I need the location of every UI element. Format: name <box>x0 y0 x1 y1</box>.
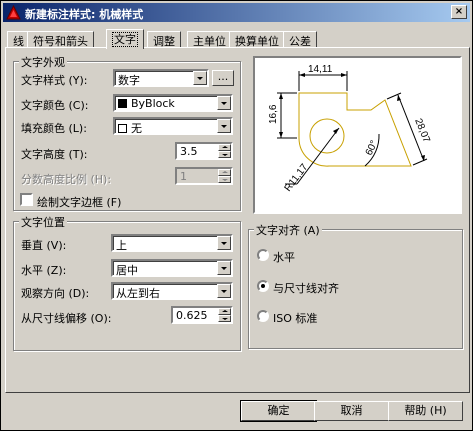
part-outline <box>298 92 412 167</box>
offset-label: 从尺寸线偏移 (O): <box>21 312 112 325</box>
dimension-preview: 14,11 16,6 28,07 60° R11,17 <box>253 56 462 214</box>
align-dimline-radio[interactable] <box>257 280 269 292</box>
close-button[interactable]: × <box>451 5 467 19</box>
preview-dim-radius: R11,17 <box>283 162 311 194</box>
ok-button[interactable]: 确定 <box>240 400 317 422</box>
preview-dim-left: 16,6 <box>268 104 279 124</box>
color-swatch-icon <box>118 99 127 108</box>
chevron-down-icon[interactable] <box>217 236 231 250</box>
preview-drawing: 14,11 16,6 28,07 60° R11,17 <box>268 64 432 194</box>
window-title: 新建标注样式: 机械样式 <box>25 8 144 21</box>
help-button[interactable]: 帮助 (H) <box>388 401 463 421</box>
spin-down-icon[interactable] <box>218 176 231 183</box>
text-height-value: 3.5 <box>180 145 198 158</box>
tab-alternate-units[interactable]: 换算单位 <box>229 31 285 48</box>
align-dimline-label[interactable]: 与尺寸线对齐 <box>273 280 339 296</box>
tab-fit[interactable]: 调整 <box>147 31 181 48</box>
part-hole <box>309 118 345 154</box>
text-color-value: ByBlock <box>131 97 175 110</box>
tab-label: 文字 <box>112 32 138 47</box>
align-horizontal-radio[interactable] <box>257 249 269 261</box>
spin-down-icon[interactable] <box>218 315 231 322</box>
chevron-down-icon[interactable] <box>217 261 231 275</box>
help-button-label: 帮助 (H) <box>404 404 447 417</box>
fraction-scale-value: 1 <box>180 170 187 183</box>
draw-frame-checkbox[interactable] <box>20 193 33 206</box>
view-direction-select[interactable]: 从左到右 <box>111 282 233 300</box>
tab-text[interactable]: 文字 <box>106 29 144 49</box>
autocad-app-icon <box>6 5 21 20</box>
fill-color-select[interactable]: 无 <box>113 117 233 135</box>
align-iso-radio[interactable] <box>257 310 269 322</box>
horizontal-value: 居中 <box>116 264 138 277</box>
spin-up-icon[interactable] <box>218 169 231 176</box>
text-style-select[interactable]: 数字 <box>113 69 209 87</box>
tab-tolerances[interactable]: 公差 <box>283 31 317 48</box>
horizontal-select[interactable]: 居中 <box>111 259 233 277</box>
view-direction-value: 从左到右 <box>116 287 160 300</box>
preview-dim-angle: 60° <box>364 139 380 157</box>
cancel-button-label: 取消 <box>340 404 363 417</box>
text-appearance-group-label: 文字外观 <box>19 54 67 70</box>
color-swatch-icon <box>118 124 127 133</box>
view-direction-label: 观察方向 (D): <box>21 287 90 300</box>
chevron-down-icon[interactable] <box>217 284 231 298</box>
text-height-label: 文字高度 (T): <box>21 148 88 161</box>
text-color-label: 文字颜色 (C): <box>21 99 89 112</box>
ellipsis-icon: ... <box>217 70 229 83</box>
fill-color-value: 无 <box>131 122 142 135</box>
vertical-label: 垂直 (V): <box>21 239 67 252</box>
text-style-label: 文字样式 (Y): <box>21 74 88 87</box>
preview-dim-top: 14,11 <box>308 64 333 75</box>
offset-spinner[interactable]: 0.625 <box>171 306 233 324</box>
spin-up-icon[interactable] <box>218 144 231 151</box>
offset-value: 0.625 <box>176 309 208 322</box>
align-horizontal-label[interactable]: 水平 <box>273 249 295 265</box>
vertical-value: 上 <box>116 239 127 252</box>
vertical-select[interactable]: 上 <box>111 234 233 252</box>
fraction-scale-label: 分数高度比例 (H): <box>21 173 112 186</box>
dialog-window: 新建标注样式: 机械样式 × 线 符号和箭头 文字 调整 主单位 换算单位 公差… <box>0 0 473 431</box>
preview-dim-right: 28,07 <box>412 117 432 145</box>
cancel-button[interactable]: 取消 <box>314 401 389 421</box>
spin-down-icon[interactable] <box>218 151 231 158</box>
text-alignment-group-label: 文字对齐 (A) <box>254 222 322 238</box>
fill-color-label: 填充颜色 (L): <box>21 122 87 135</box>
tab-symbols-arrows[interactable]: 符号和箭头 <box>27 31 94 48</box>
close-icon: × <box>454 6 464 17</box>
fraction-scale-spinner[interactable]: 1 <box>175 167 233 185</box>
horizontal-label: 水平 (Z): <box>21 264 67 277</box>
tab-primary-units[interactable]: 主单位 <box>187 31 232 48</box>
align-iso-label[interactable]: ISO 标准 <box>273 310 317 326</box>
ok-button-label: 确定 <box>267 404 290 417</box>
text-height-spinner[interactable]: 3.5 <box>175 142 233 160</box>
spin-up-icon[interactable] <box>218 308 231 315</box>
text-color-select[interactable]: ByBlock <box>113 94 233 112</box>
chevron-down-icon[interactable] <box>217 119 231 133</box>
title-bar: 新建标注样式: 机械样式 × <box>3 3 470 22</box>
chevron-down-icon[interactable] <box>193 71 207 85</box>
chevron-down-icon[interactable] <box>217 96 231 110</box>
text-style-value: 数字 <box>118 74 140 87</box>
draw-frame-label[interactable]: 绘制文字边框 (F) <box>37 194 121 210</box>
text-placement-group-label: 文字位置 <box>19 214 67 230</box>
text-style-browse-button[interactable]: ... <box>212 70 234 86</box>
